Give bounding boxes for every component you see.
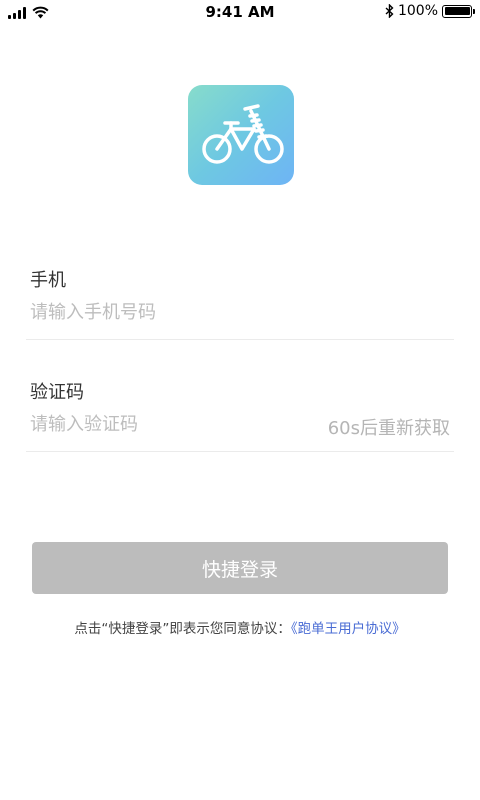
bicycle-icon [202, 104, 284, 164]
user-agreement-link[interactable]: 《跑单王用户协议》 [291, 621, 406, 637]
code-label: 验证码 [30, 382, 84, 403]
resend-code-button[interactable]: 60s后重新获取 [328, 414, 450, 440]
quick-login-button[interactable]: 快捷登录 [32, 542, 448, 594]
battery-icon [442, 4, 475, 18]
battery-percent: 100% [397, 3, 438, 19]
agreement-text: 点击“快捷登录”即表示您同意协议：《跑单王用户协议》 [0, 617, 480, 637]
phone-label: 手机 [30, 270, 66, 291]
bluetooth-icon [385, 4, 394, 18]
phone-input[interactable] [30, 302, 290, 323]
agreement-prefix: 点击“快捷登录”即表示您同意协议： [74, 621, 291, 637]
status-right: 100% [385, 3, 475, 19]
code-field-group: 验证码 60s后重新获取 [26, 370, 454, 452]
phone-field-group: 手机 [26, 258, 454, 340]
code-input[interactable] [30, 414, 270, 435]
status-bar: 9:41 AM 100% [0, 0, 480, 26]
app-logo [188, 85, 294, 185]
